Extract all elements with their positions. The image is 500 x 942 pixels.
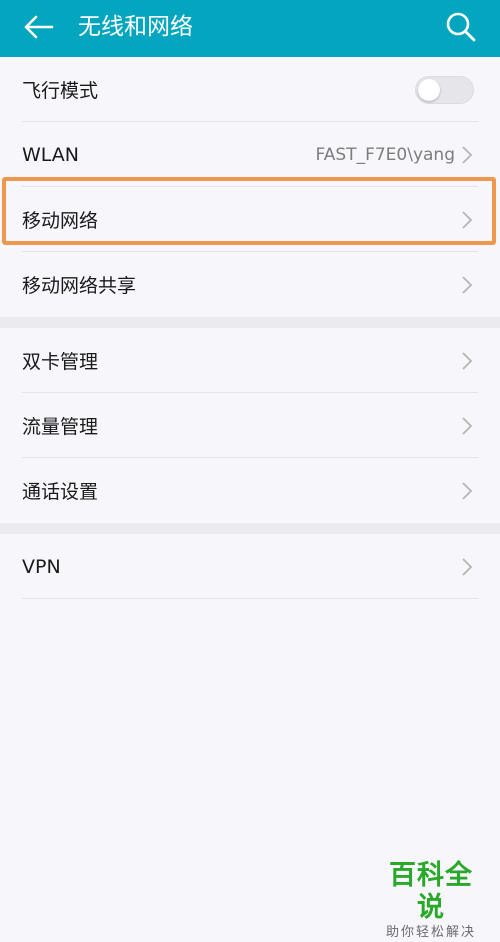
search-icon — [446, 12, 476, 42]
chevron-right-icon — [462, 482, 473, 500]
app-bar: 无线和网络 — [0, 0, 500, 57]
chevron-right-icon — [462, 558, 473, 576]
data-usage-label: 流量管理 — [22, 416, 99, 438]
arrow-left-icon — [24, 15, 54, 39]
wlan-network-value: FAST_F7E0\yang — [315, 144, 455, 165]
chevron-right-icon — [462, 146, 473, 164]
toggle-knob — [418, 79, 440, 101]
data-usage-row[interactable]: 流量管理 — [0, 393, 500, 458]
watermark-subtitle: 助你轻松解决 — [385, 925, 476, 940]
airplane-mode-toggle[interactable] — [415, 76, 474, 104]
chevron-right-icon — [462, 352, 473, 370]
watermark-title: 百科全说 — [389, 860, 473, 923]
section-sim: 双卡管理 流量管理 通话设置 — [0, 328, 500, 523]
airplane-mode-row[interactable]: 飞行模式 — [0, 57, 500, 122]
section-separator — [0, 317, 500, 328]
back-button[interactable] — [22, 10, 56, 44]
tethering-label: 移动网络共享 — [22, 275, 137, 297]
chevron-right-icon — [462, 276, 473, 294]
vpn-label: VPN — [22, 555, 61, 578]
search-button[interactable] — [443, 9, 479, 45]
divider — [22, 598, 478, 599]
watermark-logo: 百科全说 助你轻松解决 — [376, 860, 486, 942]
airplane-mode-label: 飞行模式 — [22, 80, 99, 102]
page-title: 无线和网络 — [78, 14, 193, 40]
chevron-right-icon — [462, 417, 473, 435]
highlight-box — [2, 177, 496, 245]
section-separator — [0, 523, 500, 534]
section-vpn: VPN — [0, 534, 500, 599]
vpn-row[interactable]: VPN — [0, 534, 500, 599]
dual-sim-label: 双卡管理 — [22, 351, 99, 373]
call-settings-label: 通话设置 — [22, 481, 99, 503]
dual-sim-row[interactable]: 双卡管理 — [0, 328, 500, 393]
tethering-row[interactable]: 移动网络共享 — [0, 252, 500, 317]
call-settings-row[interactable]: 通话设置 — [0, 458, 500, 523]
wlan-label: WLAN — [22, 143, 80, 166]
